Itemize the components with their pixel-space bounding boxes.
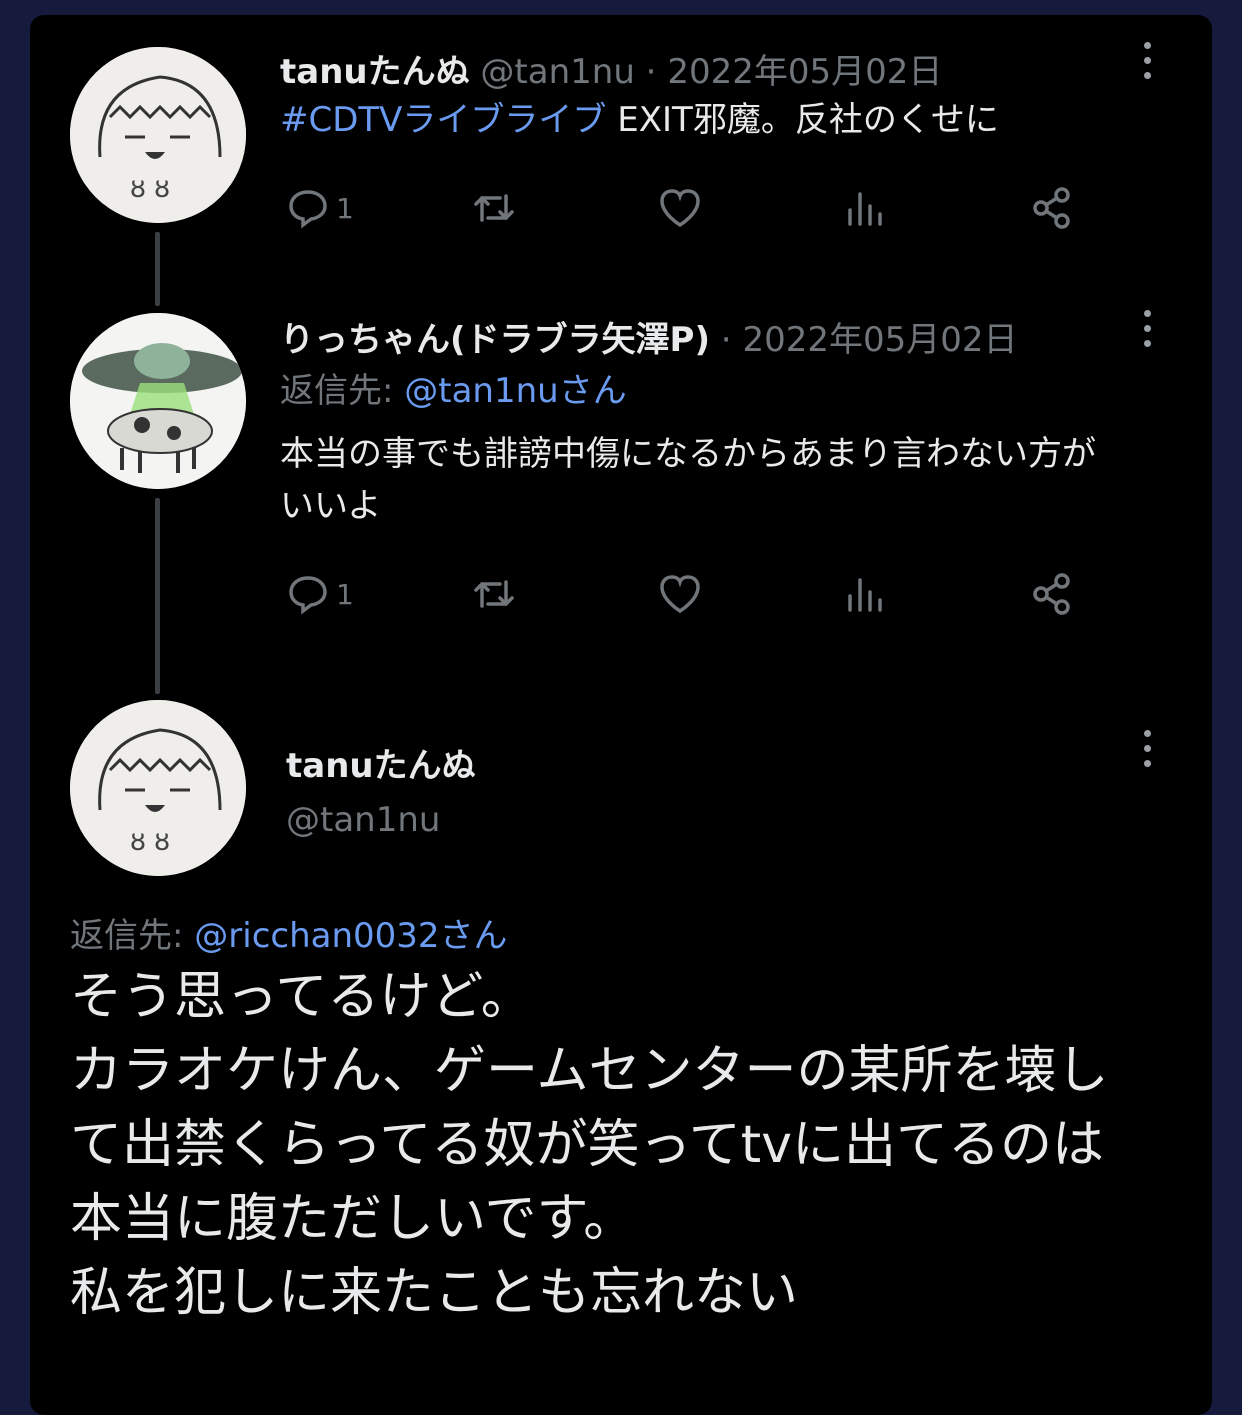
author-handle[interactable]: @tan1nu	[286, 800, 440, 840]
reply-count: 1	[336, 191, 354, 225]
retweet-button[interactable]	[470, 566, 518, 622]
retweet-button[interactable]	[470, 180, 518, 236]
more-icon[interactable]	[1138, 730, 1156, 774]
more-icon[interactable]	[1138, 42, 1156, 86]
tweet-date[interactable]: 2022年05月02日	[667, 52, 942, 92]
like-button[interactable]	[656, 566, 704, 622]
reply-to-label: 返信先:	[280, 371, 405, 411]
svg-text:ȣ ȣ: ȣ ȣ	[130, 827, 170, 857]
tweet-body: EXIT邪魔。反社のくせに	[606, 100, 999, 140]
views-button[interactable]	[842, 180, 890, 236]
tweet-header: tanuたんぬ @tan1nu · 2022年05月02日	[280, 44, 942, 93]
reply-to: 返信先: @ricchan0032さん	[70, 910, 508, 962]
separator: ·	[634, 52, 668, 92]
tweet-date[interactable]: 2022年05月02日	[742, 320, 1017, 360]
reply-button[interactable]: 1	[284, 180, 354, 236]
avatar[interactable]: ȣ ȣ	[70, 47, 246, 223]
tweet-body-line: いいよ	[280, 486, 382, 526]
hashtag-link[interactable]: #CDTVライブライブ	[280, 100, 606, 140]
tweet-text: #CDTVライブライブ EXIT邪魔。反社のくせに	[280, 94, 999, 146]
reply-to-label: 返信先:	[70, 916, 195, 956]
retweet-icon	[474, 580, 514, 608]
author-name[interactable]: りっちゃん(ドラブラ矢澤P)	[280, 320, 710, 360]
reply-to-handle[interactable]: @ricchan0032さん	[194, 916, 507, 956]
main-tweet-line: 本当に腹ただしいです。	[70, 1189, 636, 1249]
avatar[interactable]	[70, 313, 246, 489]
separator: ·	[710, 320, 743, 360]
main-tweet-line: カラオケけん、ゲームセンターの某所を壊し	[70, 1041, 1109, 1101]
main-tweet-text: そう思ってるけど。 カラオケけん、ゲームセンターの某所を壊し て出禁くらってる奴…	[70, 960, 1108, 1330]
views-icon	[848, 192, 882, 226]
action-bar: 1	[284, 566, 1084, 622]
reply-icon	[289, 190, 327, 229]
reply-to: 返信先: @tan1nuさん	[280, 365, 627, 417]
main-author-name[interactable]: tanuたんぬ	[286, 738, 476, 787]
like-button[interactable]	[656, 180, 704, 236]
share-icon	[1033, 187, 1070, 229]
share-icon	[1033, 573, 1070, 615]
reply-icon	[289, 576, 327, 615]
main-tweet-line: そう思ってるけど。	[70, 967, 533, 1027]
main-tweet-line: 私を犯しに来たことも忘れない	[70, 1263, 799, 1323]
reply-to-handle[interactable]: @tan1nuさん	[404, 371, 626, 411]
retweet-icon	[474, 194, 514, 222]
views-button[interactable]	[842, 566, 890, 622]
reply-count: 1	[336, 577, 354, 611]
author-handle[interactable]: @tan1nu	[480, 52, 634, 92]
tweet-header: りっちゃん(ドラブラ矢澤P) · 2022年05月02日	[280, 312, 1018, 361]
tweet-body-line: 本当の事でも誹謗中傷になるからあまり言わない方が	[280, 434, 1096, 474]
author-name[interactable]: tanuたんぬ	[280, 52, 470, 92]
main-tweet-line: て出禁くらってる奴が笑ってtvに出てるのは	[70, 1115, 1104, 1175]
author-name[interactable]: tanuたんぬ	[286, 746, 476, 786]
thread-line	[155, 498, 160, 694]
share-button[interactable]	[1028, 566, 1076, 622]
share-button[interactable]	[1028, 180, 1076, 236]
avatar[interactable]: ȣ ȣ	[70, 700, 246, 876]
action-bar: 1	[284, 180, 1084, 236]
main-author-handle[interactable]: @tan1nu	[286, 800, 440, 840]
tweet-text: 本当の事でも誹謗中傷になるからあまり言わない方が いいよ	[280, 428, 1096, 532]
like-icon	[660, 575, 700, 614]
thread-line	[155, 232, 160, 306]
reply-button[interactable]: 1	[284, 566, 354, 622]
more-icon[interactable]	[1138, 310, 1156, 354]
svg-text:ȣ ȣ: ȣ ȣ	[130, 174, 170, 204]
like-icon	[660, 189, 700, 228]
views-icon	[848, 578, 882, 612]
